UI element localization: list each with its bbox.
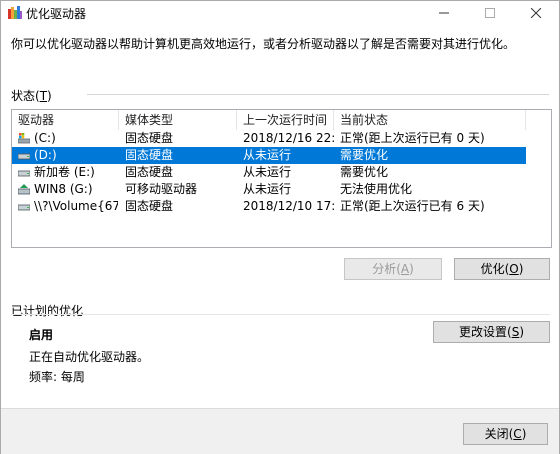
- analyze-button[interactable]: 分析(A): [344, 258, 442, 280]
- auto-optimize-text: 正在自动优化驱动器。: [29, 350, 150, 364]
- status-section-label: 状态(T): [11, 89, 52, 103]
- drive-row[interactable]: 新加卷 (E:) 固态硬盘 从未运行 需要优化: [12, 164, 526, 181]
- hard-drive-icon: [18, 204, 30, 211]
- description-text: 你可以优化驱动器以帮助计算机更高效地运行，或者分析驱动器以了解是否需要对其进行优…: [11, 37, 516, 51]
- hard-drive-icon: [18, 170, 30, 177]
- drive-row[interactable]: \\?\Volume{6782... 固态硬盘 2018/12/10 17:28…: [12, 198, 526, 215]
- last-run-time: 2018/12/10 17:28: [243, 199, 335, 213]
- scheduled-state: 启用: [29, 328, 54, 342]
- last-run-time: 从未运行: [243, 148, 292, 162]
- drive-list[interactable]: 驱动器 媒体类型 上一次运行时间 当前状态 (C:) 固态硬盘 2018/12/…: [11, 109, 552, 248]
- media-type: 固态硬盘: [125, 131, 174, 145]
- close-icon: [531, 8, 541, 18]
- scheduled-divider: [11, 314, 550, 315]
- drive-name: 新加卷 (E:): [34, 165, 95, 179]
- column-header-last-run[interactable]: 上一次运行时间: [237, 110, 334, 130]
- drive-row[interactable]: (C:) 固态硬盘 2018/12/16 22:37 正常(距上次运行已有 0 …: [12, 130, 526, 147]
- drive-name: (C:): [34, 131, 56, 145]
- scheduled-optimization-label: 已计划的优化: [11, 304, 84, 318]
- hard-drive-icon: [18, 153, 30, 160]
- media-type: 固态硬盘: [125, 165, 174, 179]
- removable-drive-icon: [18, 184, 30, 195]
- title-bar: 优化驱动器: [1, 1, 559, 25]
- drive-name: (D:): [34, 148, 57, 162]
- drive-name: \\?\Volume{6782...: [34, 199, 118, 213]
- maximize-button[interactable]: [467, 1, 513, 25]
- maximize-icon: [485, 8, 495, 18]
- last-run-time: 从未运行: [243, 182, 292, 196]
- column-header-drive[interactable]: 驱动器: [12, 110, 119, 130]
- optimize-drives-window: 优化驱动器 你可以优化驱动器以帮助计算机更高效地运行，或者分析驱动器以了解是否需…: [0, 0, 560, 454]
- drive-row-selected[interactable]: (D:) 固态硬盘 从未运行 需要优化: [12, 147, 526, 164]
- last-run-time: 从未运行: [243, 165, 292, 179]
- drive-status: 正常(距上次运行已有 6 天): [340, 199, 485, 213]
- defrag-app-icon: [8, 6, 22, 19]
- media-type: 可移动驱动器: [125, 182, 198, 196]
- column-header-media-type[interactable]: 媒体类型: [119, 110, 237, 130]
- media-type: 固态硬盘: [125, 148, 174, 162]
- close-button[interactable]: 关闭(C): [463, 423, 548, 445]
- media-type: 固态硬盘: [125, 199, 174, 213]
- column-header-current-status[interactable]: 当前状态: [334, 110, 526, 130]
- status-divider: [87, 94, 549, 95]
- minimize-icon: [439, 12, 449, 14]
- drive-status: 需要优化: [340, 148, 389, 162]
- system-drive-icon: [18, 133, 30, 144]
- drive-row[interactable]: WIN8 (G:) 可移动驱动器 从未运行 无法使用优化: [12, 181, 526, 198]
- list-header: 驱动器 媒体类型 上一次运行时间 当前状态: [12, 110, 551, 130]
- window-title: 优化驱动器: [26, 7, 87, 21]
- optimize-button[interactable]: 优化(O): [454, 258, 550, 280]
- drive-status: 正常(距上次运行已有 0 天): [340, 131, 485, 145]
- drive-status: 需要优化: [340, 165, 389, 179]
- minimize-button[interactable]: [421, 1, 467, 25]
- change-settings-button[interactable]: 更改设置(S): [433, 321, 550, 343]
- dialog-footer: 关闭(C): [1, 408, 559, 454]
- close-window-button[interactable]: [513, 1, 559, 25]
- drive-status: 无法使用优化: [340, 182, 413, 196]
- drive-name: WIN8 (G:): [34, 182, 93, 196]
- frequency-text: 频率: 每周: [29, 370, 85, 384]
- last-run-time: 2018/12/16 22:37: [243, 131, 335, 145]
